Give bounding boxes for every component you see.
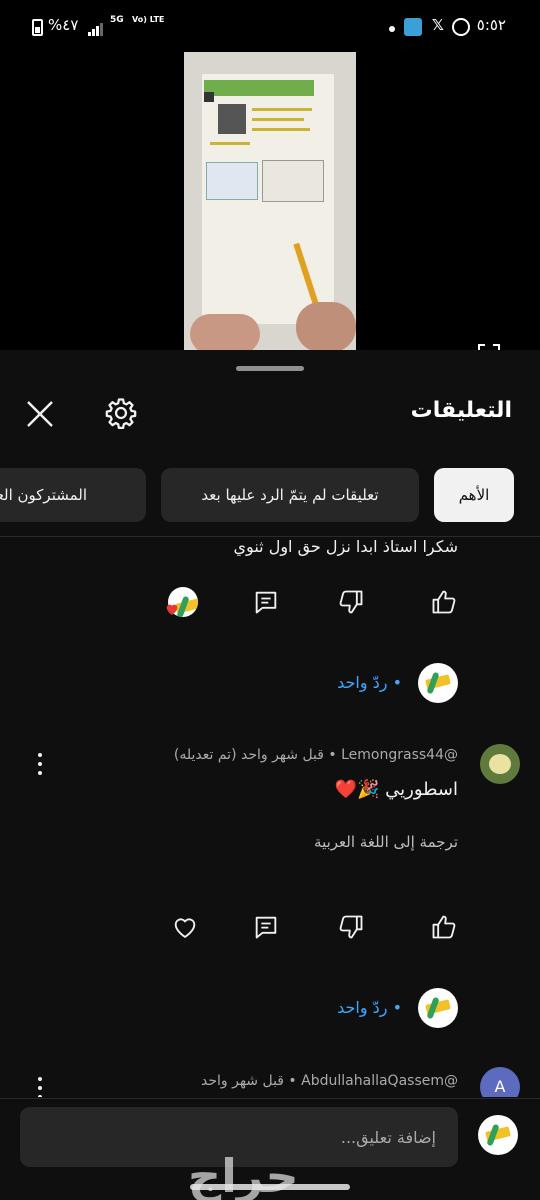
status-bar: %٤٧ 5G Vo) LTE 𝕏 ٥:٥٢ (0, 0, 540, 52)
comments-panel: التعليقات الأهم تعليقات لم يتمّ الرد علي… (0, 350, 540, 1200)
comments-list: شكرا استاذ ابدا نزل حق اول ثنوي • ردّ وا… (0, 537, 540, 1097)
dislike-icon[interactable] (337, 913, 365, 941)
chip-unreplied[interactable]: تعليقات لم يتمّ الرد عليها بعد (161, 468, 419, 522)
reply-avatar (418, 988, 458, 1028)
user-avatar (478, 1115, 518, 1155)
haraj-watermark: حراج (188, 1149, 301, 1200)
heart-icon (166, 604, 178, 615)
network-5g-label: 5G (110, 15, 124, 25)
chip-public-subscribers[interactable]: المشتركون العلنيون (0, 468, 146, 522)
like-icon[interactable] (430, 588, 458, 616)
battery-icon (32, 19, 43, 36)
signal-icon (88, 22, 104, 36)
dislike-icon[interactable] (337, 588, 365, 616)
chip-top[interactable]: الأهم (434, 468, 514, 522)
drag-handle[interactable] (236, 366, 304, 371)
like-icon[interactable] (430, 913, 458, 941)
network-lte-label: Vo) LTE (132, 15, 165, 24)
notification-dot-icon (389, 26, 395, 32)
comment-meta: @Lemongrass44 • قبل شهر واحد (تم تعديله) (174, 747, 458, 763)
app-notification-icon (404, 18, 422, 36)
x-app-icon: 𝕏 (431, 16, 444, 34)
comment-age: • قبل شهر واحد (تم تعديله) (173, 747, 337, 763)
comment-text: اسطوريي 🎉❤️ (334, 779, 458, 800)
reply-icon[interactable] (252, 588, 280, 616)
more-options-icon[interactable] (37, 1077, 43, 1097)
author-avatar[interactable] (480, 744, 520, 784)
creator-heart-icon (166, 587, 198, 619)
battery-percent: %٤٧ (48, 16, 79, 34)
settings-gear-icon[interactable] (104, 396, 138, 430)
comment-meta: @AbdullahallaQassem • قبل شهر واحد (201, 1073, 458, 1089)
comment-author[interactable]: @AbdullahallaQassem (301, 1073, 458, 1089)
comment-author[interactable]: @Lemongrass44 (341, 747, 458, 763)
comment-age: • قبل شهر واحد (201, 1073, 297, 1089)
translate-link[interactable]: ترجمة إلى اللغة العربية (314, 833, 458, 851)
close-icon[interactable] (24, 398, 56, 430)
panel-title: التعليقات (410, 398, 512, 423)
reply-icon[interactable] (252, 913, 280, 941)
author-avatar[interactable]: A (480, 1067, 520, 1097)
filter-chips: الأهم تعليقات لم يتمّ الرد عليها بعد الم… (0, 468, 540, 524)
home-indicator[interactable] (190, 1184, 350, 1190)
comment-text: شكرا استاذ ابدا نزل حق اول ثنوي (233, 537, 458, 556)
replies-link[interactable]: • ردّ واحد (337, 998, 402, 1017)
video-player[interactable] (0, 52, 540, 350)
video-frame (184, 52, 356, 350)
replies-link[interactable]: • ردّ واحد (337, 673, 402, 692)
whatsapp-icon (452, 18, 470, 36)
reply-avatar (418, 663, 458, 703)
heart-outline-icon[interactable] (171, 913, 199, 941)
chip-public-subscribers-label: المشتركون العلنيون (0, 486, 88, 504)
clock: ٥:٥٢ (476, 16, 506, 34)
more-options-icon[interactable] (37, 753, 43, 777)
